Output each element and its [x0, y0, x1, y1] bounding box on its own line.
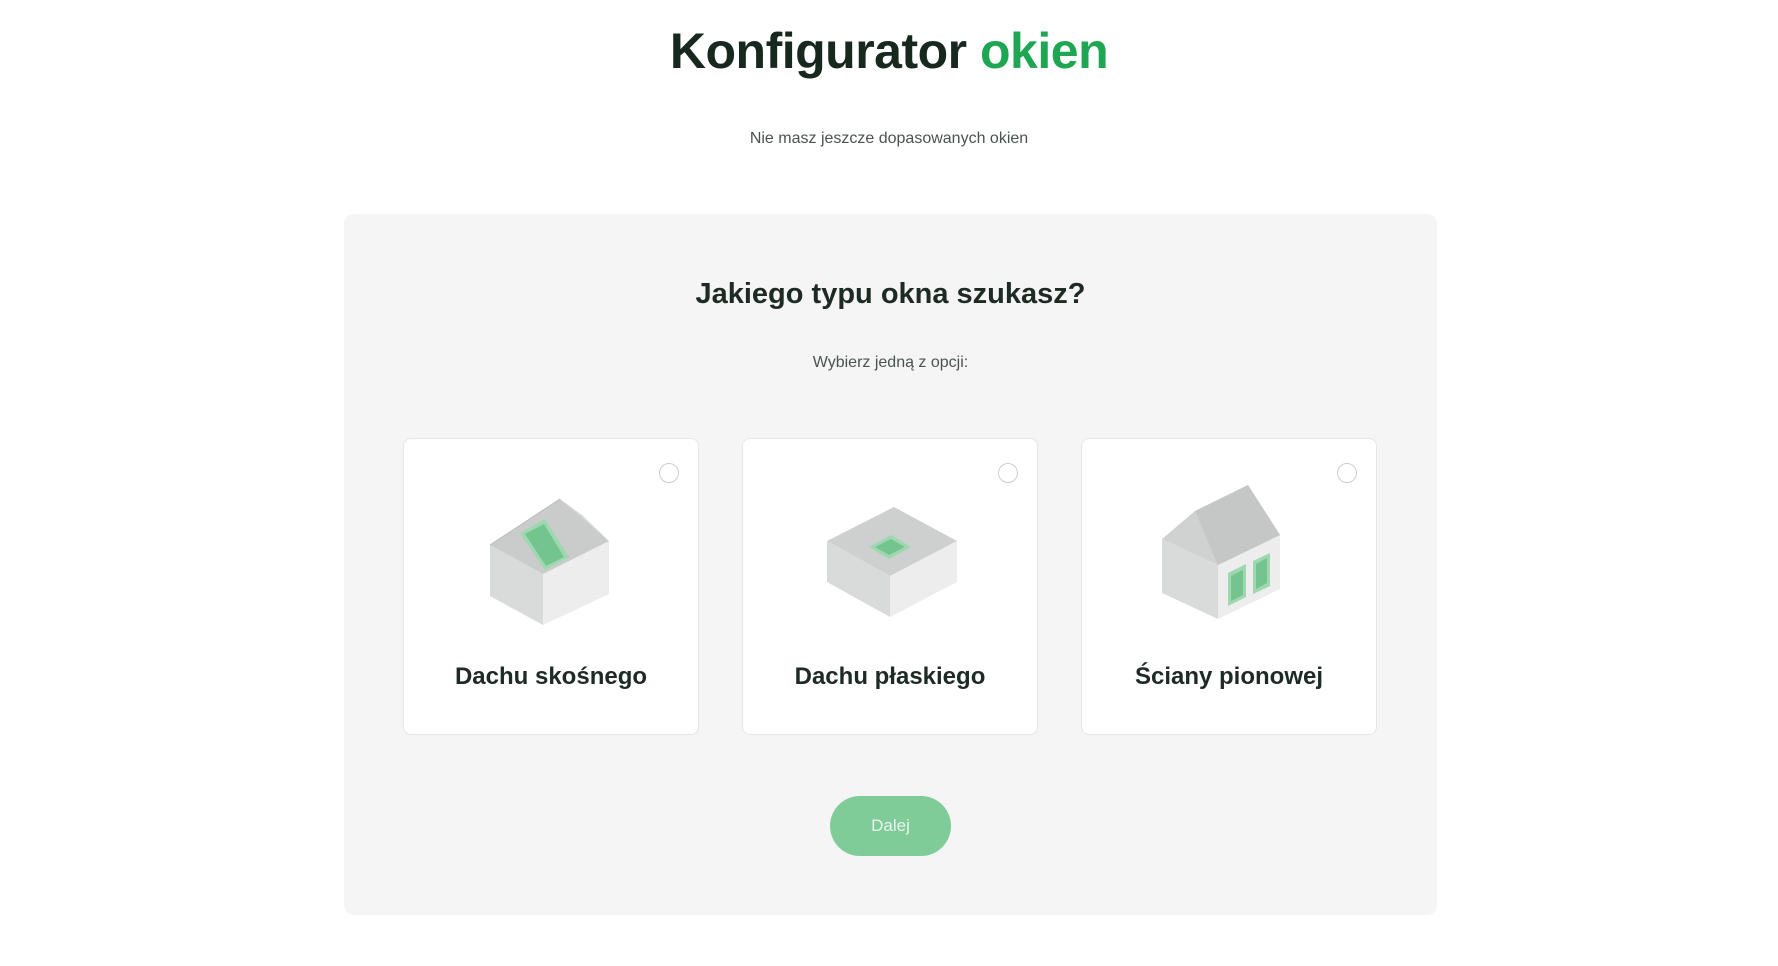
- flat-roof-house-icon: [811, 477, 971, 627]
- option-label: Dachu płaskiego: [794, 663, 986, 690]
- option-label: Ściany pionowej: [1134, 663, 1324, 690]
- window-type-panel: Jakiego typu okna szukasz? Wybierz jedną…: [344, 214, 1437, 915]
- vertical-wall-house-icon: [1150, 477, 1310, 627]
- option-card-vertical-wall[interactable]: Ściany pionowej: [1081, 438, 1377, 735]
- question-title: Jakiego typu okna szukasz?: [695, 278, 1086, 310]
- next-button[interactable]: Dalej: [830, 796, 951, 856]
- configurator-page: Konfigurator okien Nie masz jeszcze dopa…: [0, 0, 1778, 966]
- title-main: Konfigurator: [669, 23, 967, 79]
- title-accent: okien: [980, 23, 1109, 79]
- question-hint: Wybierz jedną z opcji:: [812, 354, 969, 371]
- option-card-pitched-roof[interactable]: Dachu skośnego: [403, 438, 699, 735]
- option-radio[interactable]: [998, 463, 1018, 483]
- page-title: Konfigurator okien: [0, 22, 1778, 80]
- option-card-flat-roof[interactable]: Dachu płaskiego: [742, 438, 1038, 735]
- option-radio[interactable]: [659, 463, 679, 483]
- pitched-roof-house-icon: [472, 477, 632, 627]
- option-radio[interactable]: [1337, 463, 1357, 483]
- page-subtitle: Nie masz jeszcze dopasowanych okien: [749, 130, 1029, 147]
- option-label: Dachu skośnego: [454, 663, 648, 690]
